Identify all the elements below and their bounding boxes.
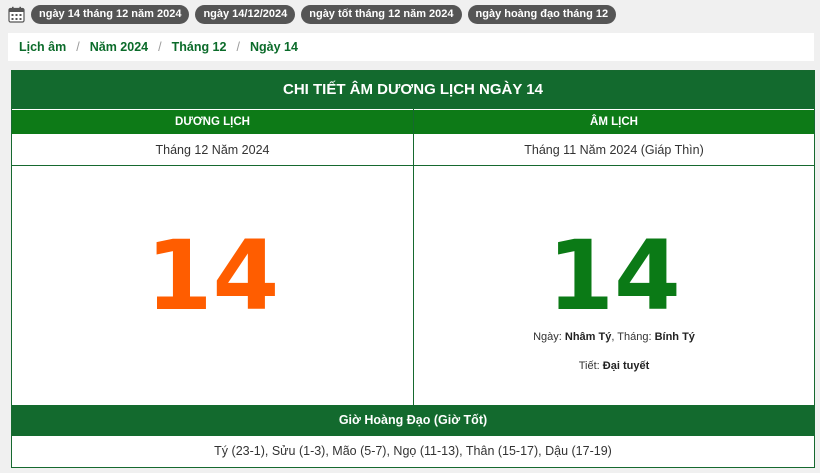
- hoang-dao-hours: Tý (23-1), Sửu (1-3), Mão (5-7), Ngọ (11…: [214, 444, 612, 458]
- lunar-solar-term: Tiết: Đại tuyết: [414, 360, 814, 372]
- breadcrumb-separator: /: [76, 40, 80, 54]
- breadcrumb: Lịch âm / Năm 2024 / Tháng 12 / Ngày 14: [8, 33, 814, 61]
- tag-good-days[interactable]: ngày tốt tháng 12 năm 2024: [301, 4, 462, 24]
- tag-date-short[interactable]: ngày 14/12/2024: [195, 4, 296, 24]
- calendar-icon: [8, 6, 25, 23]
- lunar-can-chi: Ngày: Nhâm Tý, Tháng: Bính Tý: [414, 331, 814, 343]
- breadcrumb-lich-am[interactable]: Lịch âm: [19, 40, 66, 54]
- lunar-day-name: Nhâm Tý: [564, 331, 612, 343]
- card-title: CHI TIẾT ÂM DƯƠNG LỊCH NGÀY 14: [12, 71, 814, 109]
- lunar-body: 14 Ngày: Nhâm Tý, Tháng: Bính Tý Tiết: Đ…: [414, 166, 814, 405]
- solar-column: DƯƠNG LỊCH Tháng 12 Năm 2024 14: [12, 109, 413, 405]
- tag-hoang-dao-days[interactable]: ngày hoàng đạo tháng 12: [467, 4, 617, 24]
- lunar-column: ÂM LỊCH Tháng 11 Năm 2024 (Giáp Thìn) 14…: [413, 109, 814, 405]
- lunar-header: ÂM LỊCH: [414, 109, 814, 134]
- lunar-term-name: Đại tuyết: [602, 360, 650, 372]
- breadcrumb-month[interactable]: Tháng 12: [172, 40, 227, 54]
- breadcrumb-separator: /: [158, 40, 162, 54]
- breadcrumb-separator: /: [236, 40, 240, 54]
- lunar-day-number: 14: [547, 220, 681, 332]
- calendar-columns: DƯƠNG LỊCH Tháng 12 Năm 2024 14 ÂM LỊCH …: [12, 109, 814, 405]
- lunar-month-year: Tháng 11 Năm 2024 (Giáp Thìn): [414, 134, 814, 166]
- calendar-detail-card: CHI TIẾT ÂM DƯƠNG LỊCH NGÀY 14 DƯƠNG LỊC…: [11, 70, 815, 468]
- tag-bar: ngày 14 tháng 12 năm 2024 ngày 14/12/202…: [8, 4, 617, 24]
- tag-date-full[interactable]: ngày 14 tháng 12 năm 2024: [31, 4, 190, 24]
- hoang-dao-header: Giờ Hoàng Đạo (Giờ Tốt): [12, 405, 814, 436]
- solar-month-year: Tháng 12 Năm 2024: [12, 134, 413, 166]
- lunar-month-label: , Tháng:: [611, 331, 652, 343]
- breadcrumb-year[interactable]: Năm 2024: [90, 40, 148, 54]
- lunar-month-name: Bính Tý: [654, 331, 695, 343]
- solar-body: 14: [12, 166, 413, 405]
- lunar-day-label: Ngày:: [533, 331, 562, 343]
- solar-header: DƯƠNG LỊCH: [12, 109, 413, 134]
- lunar-term-label: Tiết:: [578, 360, 600, 372]
- breadcrumb-day[interactable]: Ngày 14: [250, 40, 298, 54]
- solar-day-number: 14: [145, 220, 280, 332]
